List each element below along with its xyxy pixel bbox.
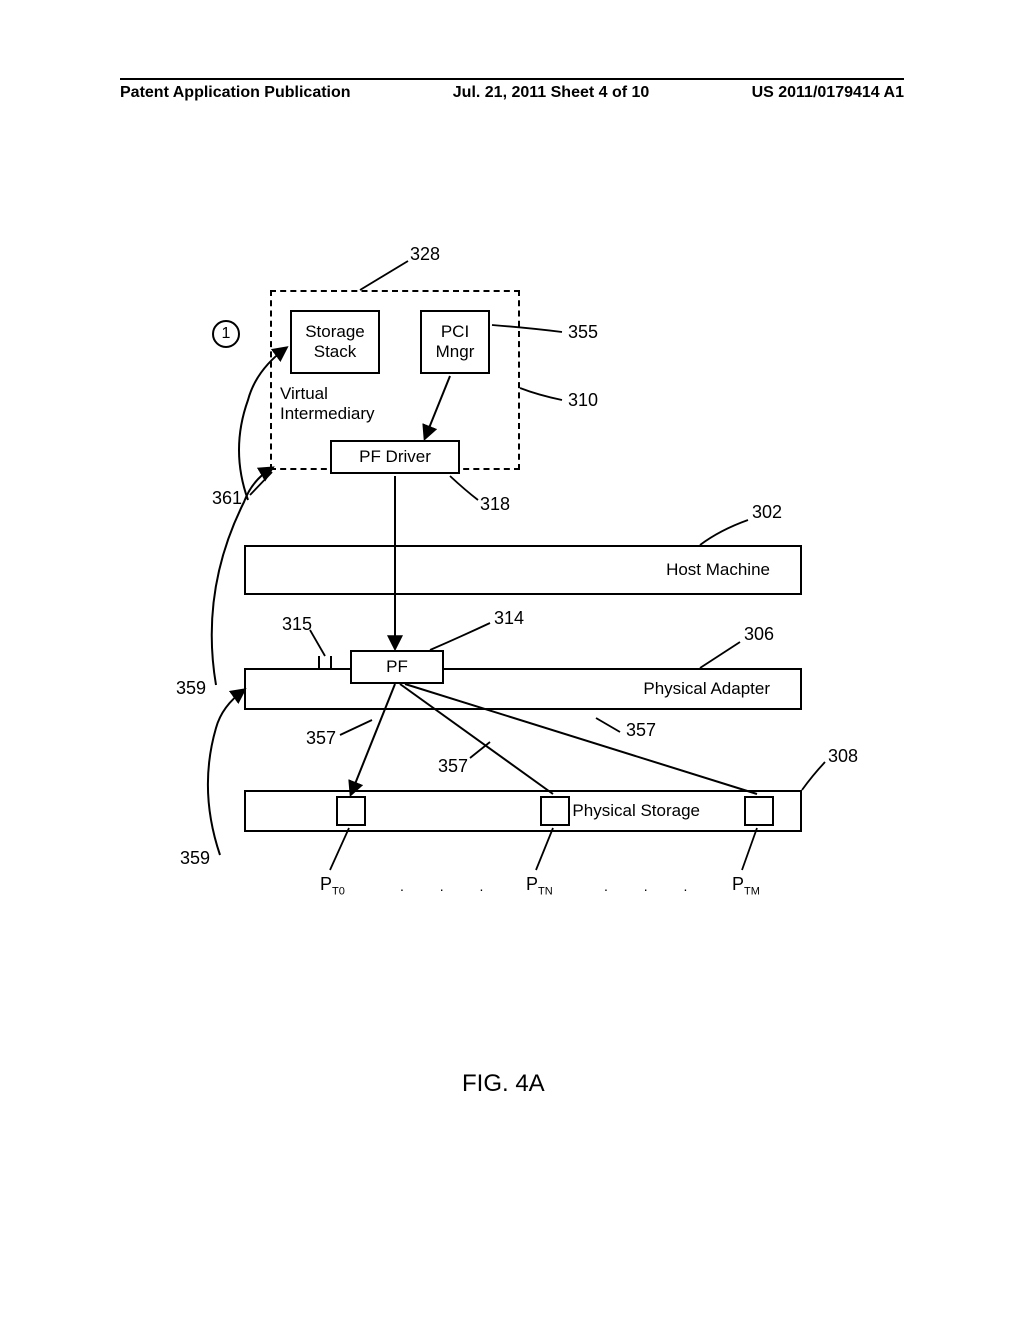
ref-357b: 357 bbox=[438, 756, 468, 777]
ref-355: 355 bbox=[568, 322, 598, 343]
ref-306: 306 bbox=[744, 624, 774, 645]
ref-302: 302 bbox=[752, 502, 782, 523]
ref-310: 310 bbox=[568, 390, 598, 411]
ref-314: 314 bbox=[494, 608, 524, 629]
ref-359b: 359 bbox=[180, 848, 210, 869]
pt0-sub: T0 bbox=[332, 886, 345, 898]
ptn-main: P bbox=[526, 874, 538, 894]
ref-361: 361 bbox=[212, 488, 242, 509]
ptm-label: PTM bbox=[732, 874, 760, 898]
ref-308: 308 bbox=[828, 746, 858, 767]
diagram: 1 Storage Stack PCI Mngr Virtual Interme… bbox=[0, 0, 1024, 1320]
pt0-main: P bbox=[320, 874, 332, 894]
pt0-label: PT0 bbox=[320, 874, 345, 898]
connector-lines bbox=[0, 0, 1024, 1320]
ptm-main: P bbox=[732, 874, 744, 894]
ptn-sub: TN bbox=[538, 886, 553, 898]
ref-359a: 359 bbox=[176, 678, 206, 699]
figure-label: FIG. 4A bbox=[462, 1070, 545, 1098]
ref-357a: 357 bbox=[306, 728, 336, 749]
ref-315: 315 bbox=[282, 614, 312, 635]
ref-318: 318 bbox=[480, 494, 510, 515]
ptn-label: PTN bbox=[526, 874, 553, 898]
ptm-sub: TM bbox=[744, 886, 760, 898]
ellipsis-1: . . . bbox=[400, 878, 499, 894]
ellipsis-2: . . . bbox=[604, 878, 703, 894]
ref-328: 328 bbox=[410, 244, 440, 265]
ref-357c: 357 bbox=[626, 720, 656, 741]
